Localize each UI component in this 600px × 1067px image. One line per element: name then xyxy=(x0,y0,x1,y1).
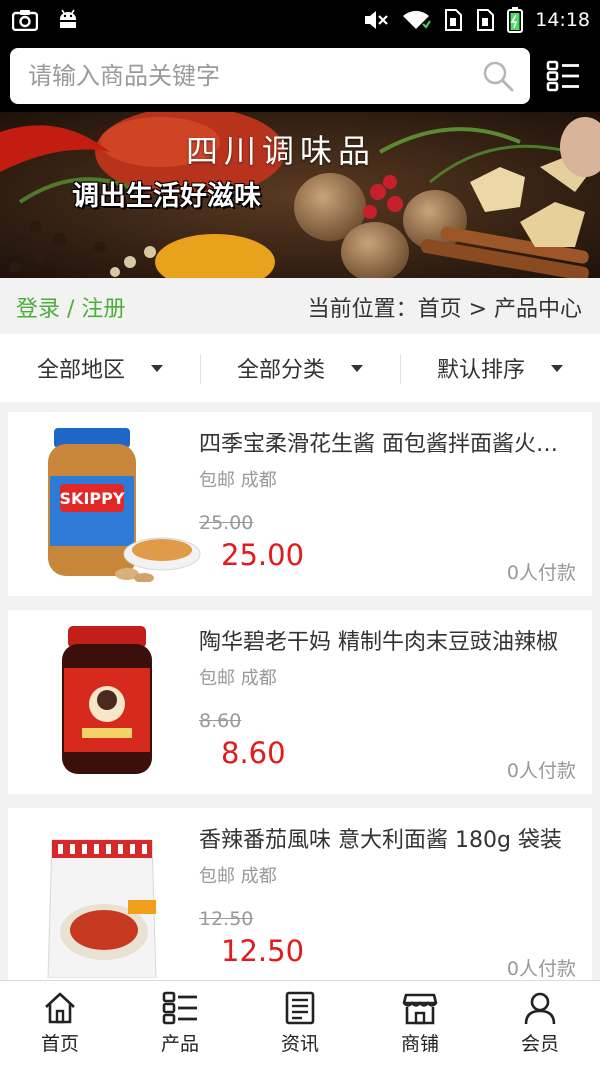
list-icon xyxy=(162,991,197,1025)
chili-sauce-jar-image xyxy=(62,626,152,774)
sales-count: 0人付款 xyxy=(506,760,576,782)
product-tags: 包邮 成都 xyxy=(199,470,277,491)
banner-title: 四川调味品 xyxy=(186,132,377,170)
screenshot-icon xyxy=(12,9,38,31)
tab-news[interactable]: 资讯 xyxy=(240,981,360,1067)
wifi-icon xyxy=(401,8,432,32)
tab-products-label: 产品 xyxy=(160,1033,199,1055)
shop-icon xyxy=(402,993,438,1025)
news-icon xyxy=(285,991,315,1025)
filter-bar: 全部地区 全部分类 默认排序 xyxy=(0,334,600,402)
clock: 14:18 xyxy=(535,9,590,31)
tab-shop[interactable]: 商铺 xyxy=(360,981,480,1067)
tab-member[interactable]: 会员 xyxy=(480,981,600,1067)
bottom-tab-bar: 首页 产品 资讯 商铺 会员 xyxy=(0,980,600,1067)
breadcrumb: 当前位置：首页 > 产品中心 xyxy=(307,297,582,322)
battery-icon xyxy=(507,7,524,33)
product-tags: 包邮 成都 xyxy=(199,866,277,887)
promo-banner[interactable]: 四川调味品 调出生活好滋味 xyxy=(0,112,600,278)
product-price: 25.00 xyxy=(221,538,305,572)
user-icon xyxy=(524,992,556,1025)
product-list[interactable]: SKIPPY 四季宝柔滑花生酱 面包酱拌面酱火锅蘸料 包邮 成都 25.00 2… xyxy=(0,402,600,980)
tab-news-label: 资讯 xyxy=(280,1033,319,1055)
filter-region-label: 全部地区 xyxy=(36,358,125,383)
search-box[interactable] xyxy=(10,48,530,104)
caret-down-icon xyxy=(551,364,563,372)
product-tags: 包邮 成都 xyxy=(199,668,277,689)
tab-products[interactable]: 产品 xyxy=(120,981,240,1067)
filter-category-label: 全部分类 xyxy=(236,358,325,383)
sales-count: 0人付款 xyxy=(506,562,576,584)
original-price: 8.60 xyxy=(199,710,242,732)
filter-sort-label: 默认排序 xyxy=(436,358,525,383)
mute-icon xyxy=(363,8,389,32)
tab-home-label: 首页 xyxy=(40,1033,79,1055)
search-icon[interactable] xyxy=(482,60,514,96)
filter-region[interactable]: 全部地区 xyxy=(0,334,200,402)
product-price: 12.50 xyxy=(221,934,305,968)
product-card[interactable]: 陶华碧老干妈 精制牛肉末豆豉油辣椒 包邮 成都 8.60 8.60 0人付款 xyxy=(8,610,592,794)
tab-shop-label: 商铺 xyxy=(400,1033,439,1055)
pasta-sauce-pouch-image xyxy=(47,839,157,978)
home-icon xyxy=(45,992,75,1024)
caret-down-icon xyxy=(351,364,363,372)
banner-slogan: 调出生活好滋味 xyxy=(72,174,261,213)
status-bar: 14:18 xyxy=(0,0,600,40)
breadcrumb-bar: 登录 / 注册 当前位置：首页 > 产品中心 xyxy=(0,278,600,334)
sim2-icon xyxy=(475,8,495,32)
original-price: 25.00 xyxy=(199,512,254,534)
android-icon xyxy=(56,8,80,32)
product-card[interactable]: 香辣番茄風味 意大利面酱 180g 袋装 包邮 成都 12.50 12.50 0… xyxy=(8,808,592,980)
product-price: 8.60 xyxy=(221,736,286,770)
sales-count: 0人付款 xyxy=(506,958,576,980)
filter-sort[interactable]: 默认排序 xyxy=(400,334,600,402)
filter-category[interactable]: 全部分类 xyxy=(200,334,400,402)
original-price: 12.50 xyxy=(199,908,254,930)
tab-home[interactable]: 首页 xyxy=(0,981,120,1067)
caret-down-icon xyxy=(151,364,163,372)
login-register-link[interactable]: 登录 / 注册 xyxy=(16,291,125,323)
category-menu-icon[interactable] xyxy=(546,60,580,96)
search-input[interactable] xyxy=(28,56,468,96)
svg-text:SKIPPY: SKIPPY xyxy=(60,489,125,508)
banner-slogan-text: 调出生活好滋味 xyxy=(72,181,261,212)
product-title[interactable]: 香辣番茄風味 意大利面酱 180g 袋装 xyxy=(199,822,579,854)
product-title[interactable]: 陶华碧老干妈 精制牛肉末豆豉油辣椒 xyxy=(199,624,579,656)
peanut-butter-jar-image: SKIPPY xyxy=(48,428,201,582)
product-title[interactable]: 四季宝柔滑花生酱 面包酱拌面酱火锅蘸料 xyxy=(199,426,579,458)
app-header xyxy=(0,40,600,112)
product-card[interactable]: SKIPPY 四季宝柔滑花生酱 面包酱拌面酱火锅蘸料 包邮 成都 25.00 2… xyxy=(8,412,592,596)
tab-member-label: 会员 xyxy=(520,1033,559,1055)
sim1-icon xyxy=(443,8,463,32)
